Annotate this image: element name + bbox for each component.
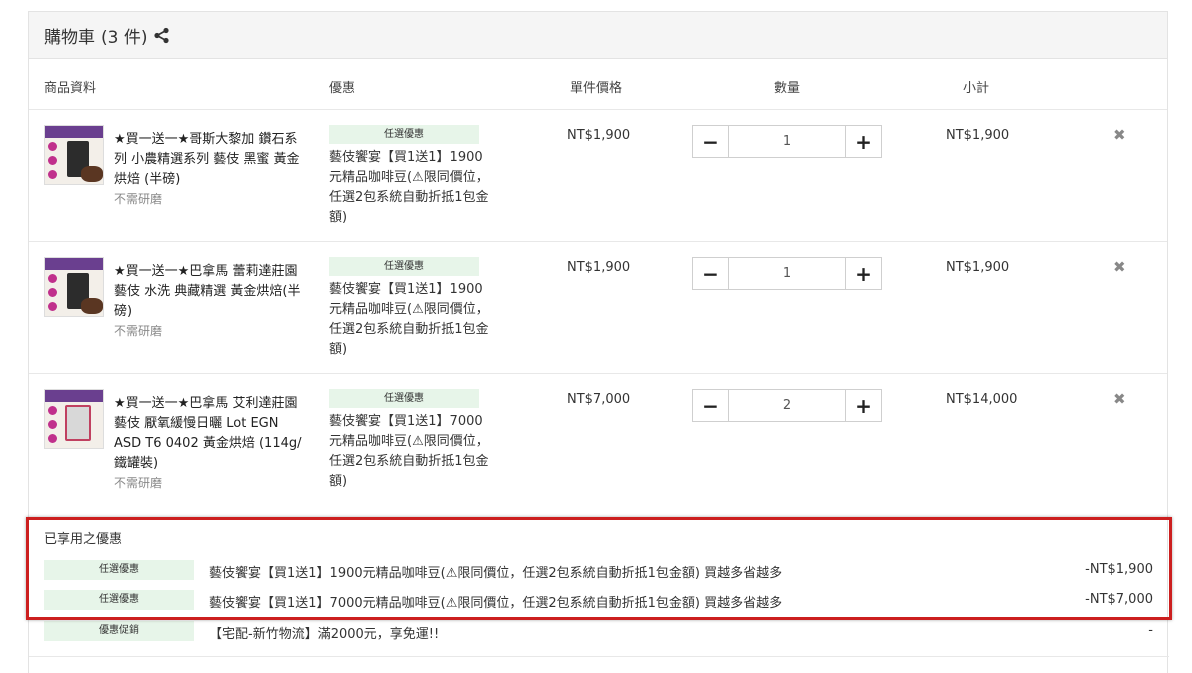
product-name[interactable]: ★買一送一★巴拿馬 蕾莉達莊園 藝伎 水洗 典藏精選 黃金烘焙(半磅) (114, 262, 304, 322)
discount-tag: 任選優惠 (44, 560, 194, 580)
quantity-stepper: − 1 + (692, 125, 882, 158)
unit-price: NT$1,900 (567, 128, 631, 143)
discount-text: 藝伎饗宴【買1送1】7000元精品咖啡豆(⚠限同價位，任選2包系統自動折抵1包金… (209, 596, 783, 611)
decrease-qty-button[interactable]: − (693, 390, 729, 421)
promo-tag: 任選優惠 (329, 257, 479, 276)
col-quantity: 數量 (774, 81, 801, 96)
promo-cell: 任選優惠 藝伎饗宴【買1送1】7000元精品咖啡豆(⚠限同價位，任選2包系統自動… (329, 389, 499, 492)
divider (29, 656, 1169, 657)
discount-amount: -NT$1,900 (1085, 562, 1153, 577)
increase-qty-button[interactable]: + (845, 258, 881, 289)
increase-qty-button[interactable]: + (845, 126, 881, 157)
discount-amount: - (1148, 623, 1153, 638)
applied-discounts-title: 已享用之優惠 (44, 532, 123, 547)
discount-amount: -NT$7,000 (1085, 592, 1153, 607)
quantity-input[interactable]: 2 (729, 390, 845, 421)
unit-price: NT$7,000 (567, 392, 631, 407)
item-subtotal: NT$14,000 (946, 392, 1018, 407)
decrease-qty-button[interactable]: − (693, 126, 729, 157)
cart-item-row: ★買一送一★巴拿馬 蕾莉達莊園 藝伎 水洗 典藏精選 黃金烘焙(半磅) 不需研磨… (29, 242, 1167, 374)
promo-cell: 任選優惠 藝伎饗宴【買1送1】1900元精品咖啡豆(⚠限同價位，任選2包系統自動… (329, 125, 499, 228)
decrease-qty-button[interactable]: − (693, 258, 729, 289)
col-promo: 優惠 (329, 81, 356, 96)
cart-item-row: ★買一送一★哥斯大黎加 鑽石系列 小農精選系列 藝伎 黑蜜 黃金烘焙 (半磅) … (29, 110, 1167, 242)
remove-item-icon[interactable]: ✖ (1113, 258, 1126, 276)
product-name[interactable]: ★買一送一★巴拿馬 艾利達莊園 藝伎 厭氧緩慢日曬 Lot EGN ASD T6… (114, 394, 304, 474)
remove-item-icon[interactable]: ✖ (1113, 390, 1126, 408)
remove-item-icon[interactable]: ✖ (1113, 126, 1126, 144)
col-product: 商品資料 (44, 81, 97, 96)
promo-cell: 任選優惠 藝伎饗宴【買1送1】1900元精品咖啡豆(⚠限同價位，任選2包系統自動… (329, 257, 499, 360)
discount-tag: 優惠促銷 (44, 621, 194, 641)
discount-text: 【宅配-新竹物流】滿2000元，享免運!! (209, 627, 440, 642)
discount-row: 任選優惠 藝伎饗宴【買1送1】7000元精品咖啡豆(⚠限同價位，任選2包系統自動… (29, 590, 1169, 612)
quantity-stepper: − 2 + (692, 389, 882, 422)
discount-tag: 任選優惠 (44, 590, 194, 610)
cart-item-row: ★買一送一★巴拿馬 艾利達莊園 藝伎 厭氧緩慢日曬 Lot EGN ASD T6… (29, 374, 1167, 518)
cart-panel: 購物車 (3 件) 商品資料 優惠 單件價格 數量 小計 ★買一送一★哥斯大黎加… (28, 11, 1169, 673)
promo-tag: 任選優惠 (329, 389, 479, 408)
quantity-input[interactable]: 1 (729, 126, 845, 157)
unit-price: NT$1,900 (567, 260, 631, 275)
promo-text: 藝伎饗宴【買1送1】7000元精品咖啡豆(⚠限同價位，任選2包系統自動折抵1包金… (329, 414, 489, 489)
quantity-stepper: − 1 + (692, 257, 882, 290)
cart-title: 購物車 (44, 27, 95, 48)
increase-qty-button[interactable]: + (845, 390, 881, 421)
discount-text: 藝伎饗宴【買1送1】1900元精品咖啡豆(⚠限同價位，任選2包系統自動折抵1包金… (209, 566, 783, 581)
product-name[interactable]: ★買一送一★哥斯大黎加 鑽石系列 小農精選系列 藝伎 黑蜜 黃金烘焙 (半磅) (114, 130, 304, 190)
col-unit-price: 單件價格 (570, 81, 623, 96)
cart-count: (3 件) (101, 27, 148, 48)
item-subtotal: NT$1,900 (946, 260, 1010, 275)
item-subtotal: NT$1,900 (946, 128, 1010, 143)
share-icon[interactable] (153, 27, 170, 44)
discount-row: 優惠促銷 【宅配-新竹物流】滿2000元，享免運!! - (29, 621, 1169, 643)
grind-note: 不需研磨 (114, 476, 163, 490)
grind-note: 不需研磨 (114, 192, 163, 206)
col-subtotal: 小計 (963, 81, 990, 96)
promo-tag: 任選優惠 (329, 125, 479, 144)
product-thumbnail[interactable] (44, 389, 104, 449)
product-thumbnail[interactable] (44, 125, 104, 185)
quantity-input[interactable]: 1 (729, 258, 845, 289)
cart-header: 購物車 (3 件) (29, 12, 1167, 59)
grind-note: 不需研磨 (114, 324, 163, 338)
discount-row: 任選優惠 藝伎饗宴【買1送1】1900元精品咖啡豆(⚠限同價位，任選2包系統自動… (29, 560, 1169, 582)
promo-text: 藝伎饗宴【買1送1】1900元精品咖啡豆(⚠限同價位，任選2包系統自動折抵1包金… (329, 150, 489, 225)
promo-text: 藝伎饗宴【買1送1】1900元精品咖啡豆(⚠限同價位，任選2包系統自動折抵1包金… (329, 282, 489, 357)
product-thumbnail[interactable] (44, 257, 104, 317)
column-headers: 商品資料 優惠 單件價格 數量 小計 (29, 59, 1167, 110)
